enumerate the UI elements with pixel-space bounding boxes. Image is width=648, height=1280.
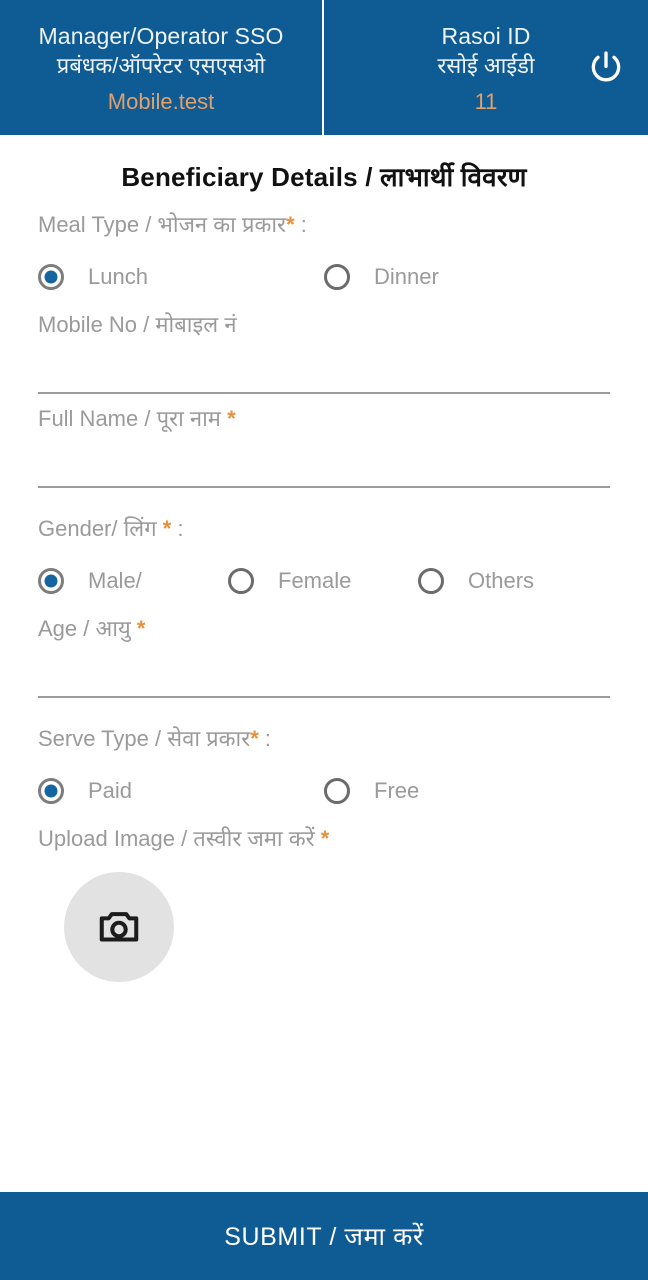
radio-option-lunch[interactable]: Lunch (38, 264, 324, 290)
radio-label-female: Female (278, 568, 352, 593)
serve-type-label-text: Serve Type / सेवा प्रकार (38, 726, 251, 751)
radio-indicator-paid[interactable] (38, 778, 64, 804)
full-name-required-asterisk: * (227, 406, 236, 431)
upload-image-label: Upload Image / तस्वीर जमा करें * (0, 824, 648, 854)
radio-label-free: Free (374, 778, 420, 803)
full-name-field[interactable] (38, 434, 610, 488)
meal-type-label-text: Meal Type / भोजन का प्रकार (38, 212, 287, 237)
header-username: Mobile.test (107, 89, 215, 114)
mobile-no-label-text: Mobile No / मोबाइल नं (38, 312, 237, 337)
camera-icon (96, 904, 142, 950)
meal-type-label-suffix: : (294, 212, 307, 237)
radio-option-others[interactable]: Others (418, 568, 608, 594)
upload-image-label-text: Upload Image / तस्वीर जमा करें (38, 826, 321, 851)
meal-type-required-asterisk: * (286, 212, 295, 237)
radio-label-dinner: Dinner (374, 264, 439, 289)
full-name-input[interactable] (38, 434, 610, 486)
gender-label: Gender/ लिंग * : (0, 514, 648, 544)
header-rasoi-label-en: Rasoi ID (441, 23, 531, 49)
radio-indicator-male[interactable] (38, 568, 64, 594)
page-title: Beneficiary Details / लाभार्थी विवरण (121, 162, 527, 192)
header-user-panel: Manager/Operator SSO प्रबंधक/ऑपरेटर एसएस… (0, 0, 324, 135)
upload-image-required-asterisk: * (320, 826, 330, 851)
radio-indicator-female[interactable] (228, 568, 254, 594)
radio-label-male: Male/ (88, 568, 142, 593)
header-role-title-en: Manager/Operator SSO (38, 23, 284, 49)
serve-type-label-suffix: : (258, 726, 272, 751)
age-field[interactable] (38, 644, 610, 698)
gender-required-asterisk: * (162, 516, 172, 541)
radio-option-free[interactable]: Free (324, 778, 610, 804)
serve-type-radio-group: Paid Free (0, 768, 648, 814)
meal-type-label: Meal Type / भोजन का प्रकार* : (0, 210, 648, 240)
radio-label-paid: Paid (88, 778, 133, 803)
age-label: Age / आयु * (0, 614, 648, 644)
gender-label-suffix: : (171, 516, 184, 541)
power-icon[interactable] (580, 42, 632, 94)
radio-option-paid[interactable]: Paid (38, 778, 324, 804)
gender-label-text: Gender/ लिंग (38, 516, 163, 541)
beneficiary-details-screen: Manager/Operator SSO प्रबंधक/ऑपरेटर एसएस… (0, 0, 648, 1280)
age-label-text: Age / आयु (38, 616, 137, 641)
radio-indicator-free[interactable] (324, 778, 350, 804)
header-rasoi-label-hi: रसोई आईडी (437, 53, 535, 78)
header-rasoi-id-value: 11 (474, 89, 498, 114)
radio-label-others: Others (468, 568, 535, 593)
radio-option-dinner[interactable]: Dinner (324, 264, 610, 290)
radio-indicator-others[interactable] (418, 568, 444, 594)
camera-icon-button[interactable] (64, 872, 174, 982)
header-role-title-hi: प्रबंधक/ऑपरेटर एसएसओ (56, 53, 266, 78)
age-required-asterisk: * (136, 616, 146, 641)
mobile-no-input[interactable] (38, 340, 610, 392)
beneficiary-form: Meal Type / भोजन का प्रकार* : Lunch Dinn… (0, 210, 648, 982)
header-rasoi-panel: Rasoi ID रसोई आईडी 11 (324, 0, 648, 135)
radio-option-female[interactable]: Female (228, 568, 418, 594)
age-input[interactable] (38, 644, 610, 696)
full-name-underline (38, 486, 610, 488)
mobile-no-underline (38, 392, 610, 394)
radio-indicator-lunch[interactable] (38, 264, 64, 290)
mobile-no-field[interactable] (38, 340, 610, 394)
full-name-label: Full Name / पूरा नाम * (0, 404, 648, 434)
meal-type-radio-group: Lunch Dinner (0, 254, 648, 300)
app-header: Manager/Operator SSO प्रबंधक/ऑपरेटर एसएस… (0, 0, 648, 135)
submit-button[interactable]: SUBMIT / जमा करें (0, 1192, 648, 1280)
radio-option-male[interactable]: Male/ (38, 568, 228, 594)
gender-radio-group: Male/ Female Others (0, 558, 648, 604)
age-underline (38, 696, 610, 698)
mobile-no-label: Mobile No / मोबाइल नं (0, 310, 648, 340)
radio-label-lunch: Lunch (88, 264, 148, 289)
radio-indicator-dinner[interactable] (324, 264, 350, 290)
full-name-label-text: Full Name / पूरा नाम (38, 406, 228, 431)
serve-type-label: Serve Type / सेवा प्रकार* : (0, 724, 648, 754)
upload-image-area (0, 854, 648, 982)
serve-type-required-asterisk: * (250, 726, 259, 751)
